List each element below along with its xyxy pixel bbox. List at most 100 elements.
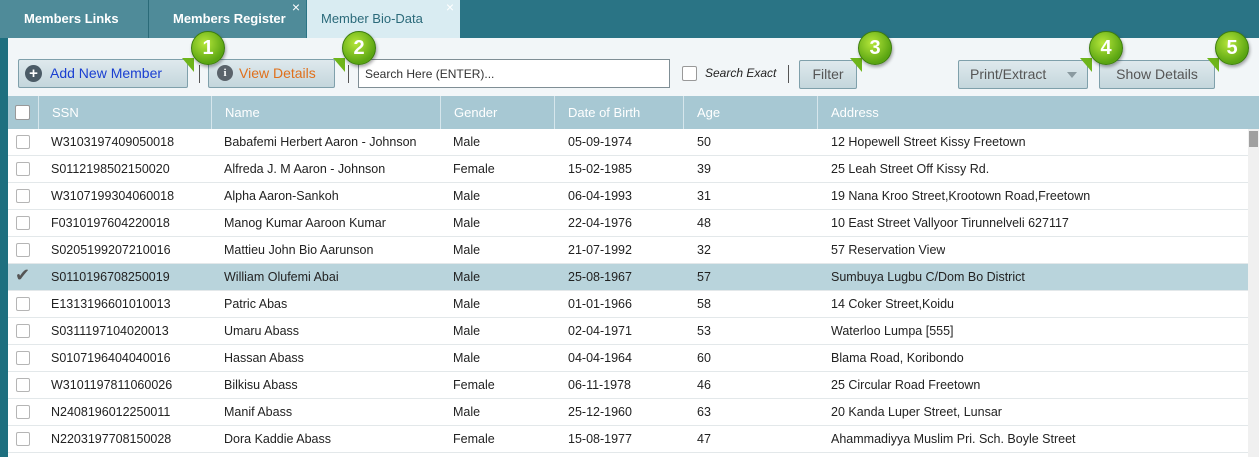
cell-gender: Male xyxy=(453,324,481,338)
cell-address: Blama Road, Koribondo xyxy=(831,351,964,365)
scrollbar-thumb[interactable] xyxy=(1249,131,1258,147)
main-panel: + Add New Member i View Details Search E… xyxy=(8,31,1259,457)
cell-address: 25 Circular Road Freetown xyxy=(831,378,981,392)
cell-gender: Male xyxy=(453,189,481,203)
table-row[interactable]: ✔ S0110196708250019 William Olufemi Abai Ma… xyxy=(8,264,1248,291)
search-input[interactable] xyxy=(358,59,670,88)
cell-age: 50 xyxy=(697,135,711,149)
info-icon: i xyxy=(217,65,233,81)
cell-age: 47 xyxy=(697,432,711,446)
print-extract-label: Print/Extract xyxy=(970,66,1047,82)
marker-pointer xyxy=(850,58,862,72)
tab-members-register[interactable]: Members Register × xyxy=(148,0,306,38)
table-row[interactable]: S0112198502150020 Alfreda J. M Aaron - Jo… xyxy=(8,156,1248,183)
cell-name: Bilkisu Abass xyxy=(224,378,298,392)
add-new-member-button[interactable]: + Add New Member xyxy=(18,59,188,88)
cell-dob: 06-04-1993 xyxy=(568,189,632,203)
filter-button[interactable]: Filter xyxy=(799,60,857,89)
column-header-address[interactable]: Address xyxy=(818,96,1259,129)
row-checkbox[interactable] xyxy=(16,297,30,311)
row-checkbox[interactable] xyxy=(16,351,30,365)
callout-marker-5: 5 xyxy=(1215,31,1249,65)
table-header: SSN Name Gender Date of Birth Age Addres… xyxy=(8,96,1259,129)
row-checkbox[interactable] xyxy=(16,216,30,230)
cell-age: 60 xyxy=(697,351,711,365)
cell-age: 53 xyxy=(697,324,711,338)
cell-ssn: S0107196404040016 xyxy=(51,351,171,365)
divider xyxy=(348,65,349,83)
divider xyxy=(199,65,200,83)
table-row[interactable]: W3103197409050018 Babafemi Herbert Aaron … xyxy=(8,129,1248,156)
cell-ssn: S0311197104020013 xyxy=(51,324,169,338)
view-details-button[interactable]: i View Details xyxy=(208,59,335,88)
column-header-name[interactable]: Name xyxy=(212,96,441,129)
cell-age: 46 xyxy=(697,378,711,392)
cell-name: Babafemi Herbert Aaron - Johnson xyxy=(224,135,417,149)
cell-age: 39 xyxy=(697,162,711,176)
cell-gender: Female xyxy=(453,378,495,392)
print-extract-button[interactable]: Print/Extract xyxy=(958,60,1088,89)
cell-name: Umaru Abass xyxy=(224,324,300,338)
column-header-age[interactable]: Age xyxy=(684,96,818,129)
cell-name: Dora Kaddie Abass xyxy=(224,432,332,446)
table-row[interactable]: S0311197104020013 Umaru Abass Male 02-04-19… xyxy=(8,318,1248,345)
cell-ssn: W3101197811060026 xyxy=(51,378,173,392)
table-row[interactable]: S0107196404040016 Hassan Abass Male 04-04-1… xyxy=(8,345,1248,372)
select-all-checkbox[interactable] xyxy=(15,105,30,120)
marker-pointer xyxy=(1080,58,1092,72)
header-select-cell xyxy=(8,96,39,129)
plus-circle-icon: + xyxy=(25,65,42,82)
cell-gender: Male xyxy=(453,405,481,419)
tab-members-links[interactable]: Members Links xyxy=(0,0,148,38)
cell-address: Sumbuya Lugbu C/Dom Bo District xyxy=(831,270,1025,284)
table-row[interactable]: W3107199304060018 Alpha Aaron-Sankoh Male 0… xyxy=(8,183,1248,210)
row-checkbox[interactable] xyxy=(16,243,30,257)
row-checkbox[interactable] xyxy=(16,135,30,149)
vertical-scrollbar[interactable] xyxy=(1248,129,1259,457)
table-row[interactable]: S0205199207210016 Mattieu John Bio Aaruns… xyxy=(8,237,1248,264)
cell-dob: 06-11-1978 xyxy=(568,378,632,392)
row-checkbox[interactable] xyxy=(16,432,30,446)
add-new-member-label: Add New Member xyxy=(50,65,163,81)
cell-name: William Olufemi Abai xyxy=(224,270,339,284)
row-checkbox[interactable] xyxy=(16,405,30,419)
table-row[interactable]: N2408196012250011 Manif Abass Male 25-12-19… xyxy=(8,399,1248,426)
cell-name: Manif Abass xyxy=(224,405,293,419)
cell-age: 58 xyxy=(697,297,711,311)
cell-address: 10 East Street Vallyoor Tirunnelveli 627… xyxy=(831,216,1069,230)
cell-gender: Male xyxy=(453,243,481,257)
search-exact-label: Search Exact xyxy=(705,66,777,80)
table-row[interactable]: E1313196601010013 Patric Abas Male 01-01-19… xyxy=(8,291,1248,318)
close-icon[interactable]: × xyxy=(292,0,300,26)
cell-age: 63 xyxy=(697,405,711,419)
cell-ssn: F0310197604220018 xyxy=(51,216,170,230)
cell-dob: 15-08-1977 xyxy=(568,432,632,446)
table-row[interactable]: W3101197811060026 Bilkisu Abass Female 06-1… xyxy=(8,372,1248,399)
cell-gender: Male xyxy=(453,270,481,284)
column-header-dob[interactable]: Date of Birth xyxy=(555,96,684,129)
cell-address: 19 Nana Kroo Street,Krootown Road,Freeto… xyxy=(831,189,1091,203)
close-icon[interactable]: × xyxy=(446,0,454,26)
checkmark-icon[interactable]: ✔ xyxy=(15,265,30,286)
column-header-gender[interactable]: Gender xyxy=(441,96,555,129)
cell-ssn: N2203197708150028 xyxy=(51,432,172,446)
tab-member-bio-data[interactable]: Member Bio-Data × xyxy=(307,0,460,38)
cell-name: Alpha Aaron-Sankoh xyxy=(224,189,339,203)
cell-dob: 05-09-1974 xyxy=(568,135,632,149)
tab-label: Members Links xyxy=(24,11,119,26)
row-checkbox[interactable] xyxy=(16,162,30,176)
cell-address: 57 Reservation View xyxy=(831,243,946,257)
search-exact-checkbox[interactable] xyxy=(682,66,697,81)
tab-label: Member Bio-Data xyxy=(321,11,423,26)
cell-dob: 01-01-1966 xyxy=(568,297,632,311)
callout-marker-2: 2 xyxy=(342,31,376,65)
row-checkbox[interactable] xyxy=(16,189,30,203)
row-checkbox[interactable] xyxy=(16,324,30,338)
table-row[interactable]: F0310197604220018 Manog Kumar Aaroon Kuma… xyxy=(8,210,1248,237)
column-header-ssn[interactable]: SSN xyxy=(39,96,212,129)
table-row[interactable]: N2203197708150028 Dora Kaddie Abass Female… xyxy=(8,426,1248,453)
cell-gender: Male xyxy=(453,351,481,365)
row-checkbox[interactable] xyxy=(16,378,30,392)
cell-age: 31 xyxy=(697,189,711,203)
show-details-button[interactable]: Show Details xyxy=(1099,60,1215,89)
